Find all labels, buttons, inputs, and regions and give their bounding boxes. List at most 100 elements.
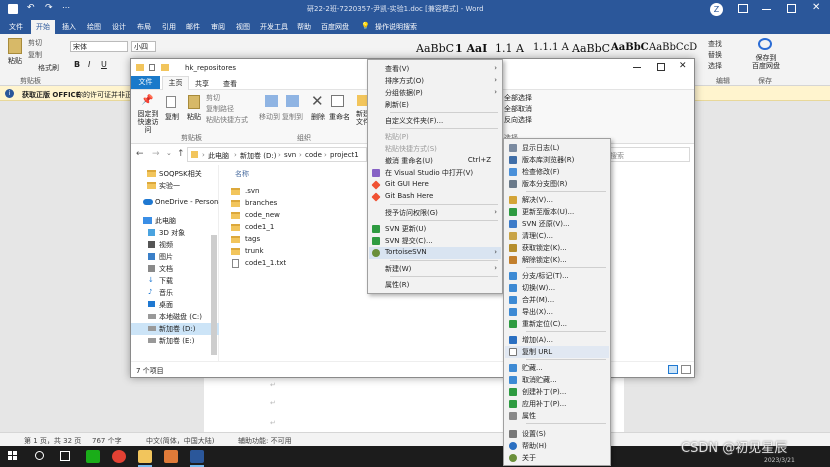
svn-update-revision[interactable]: 更新至版本(U)... bbox=[505, 206, 609, 218]
style-subtitle[interactable]: AaBbC bbox=[611, 42, 649, 53]
properties-icon[interactable] bbox=[149, 64, 155, 71]
navigation-pane[interactable]: SOQPSK相关 实验一 OneDrive - Personal 此电脑 3D … bbox=[131, 165, 225, 361]
back-icon[interactable]: ← bbox=[136, 149, 144, 159]
menu-item-properties[interactable]: 属性(R) bbox=[369, 279, 501, 291]
bold-button[interactable]: B bbox=[74, 60, 80, 69]
tab-help[interactable]: 帮助 bbox=[297, 22, 311, 32]
baidu-cloud-icon[interactable] bbox=[758, 38, 772, 50]
svn-revision-graph[interactable]: 版本分支图(R) bbox=[505, 178, 609, 190]
status-language[interactable]: 中文(简体，中国大陆) bbox=[146, 436, 214, 446]
explorer-close-icon[interactable]: ✕ bbox=[679, 61, 687, 71]
paste-shortcut-button[interactable]: 粘贴快捷方式 bbox=[206, 115, 248, 125]
menu-item-group[interactable]: 分组依据(P) › bbox=[369, 87, 501, 99]
tab-file[interactable]: 文件 bbox=[9, 22, 23, 32]
forward-icon[interactable]: → bbox=[152, 149, 160, 159]
undo-icon[interactable]: ↶ bbox=[27, 3, 35, 13]
clock-date[interactable]: 2023/3/21 bbox=[764, 457, 795, 464]
explorer-tab-home[interactable]: 主页 bbox=[162, 76, 189, 90]
status-words[interactable]: 767 个字 bbox=[92, 436, 122, 446]
svn-get-lock[interactable]: 获取锁定(K)... bbox=[505, 242, 609, 254]
tab-layout[interactable]: 布局 bbox=[137, 22, 151, 32]
copy-icon[interactable] bbox=[166, 96, 176, 108]
status-page[interactable]: 第 1 页，共 32 页 bbox=[24, 436, 81, 446]
svn-check-modifications[interactable]: 检查修改(F) bbox=[505, 166, 609, 178]
nav-item[interactable]: ♪ 音乐 bbox=[131, 287, 219, 299]
menu-item-tortoisesvn[interactable]: TortoiseSVN › bbox=[369, 247, 501, 259]
nav-item[interactable]: ↓ 下载 bbox=[131, 275, 219, 287]
svn-merge[interactable]: 合并(M)... bbox=[505, 294, 609, 306]
column-header-name[interactable]: 名称 bbox=[235, 169, 249, 179]
style-normal[interactable]: AaBbC bbox=[416, 42, 454, 55]
save-icon[interactable] bbox=[8, 4, 18, 14]
cut-button[interactable]: 剪切 bbox=[28, 38, 42, 48]
nav-scrollbar[interactable] bbox=[211, 235, 217, 355]
svn-apply-patch[interactable]: 应用补丁(P)... bbox=[505, 398, 609, 410]
search-icon[interactable] bbox=[35, 451, 44, 460]
style-emphasis[interactable]: AaBbCcD bbox=[649, 42, 697, 53]
quick-access-more-icon[interactable]: ⋯ bbox=[62, 3, 70, 12]
large-icons-view-icon[interactable] bbox=[681, 365, 691, 374]
explorer-tab-view[interactable]: 查看 bbox=[223, 79, 237, 89]
status-accessibility[interactable]: 辅助功能: 不可用 bbox=[238, 436, 292, 446]
maximize-icon[interactable] bbox=[787, 4, 796, 13]
svn-unshelve[interactable]: 取消贮藏... bbox=[505, 374, 609, 386]
menu-item-git-bash[interactable]: Git Bash Here bbox=[369, 191, 501, 203]
find-button[interactable]: 查找 bbox=[708, 39, 722, 49]
nav-item[interactable]: 文档 bbox=[131, 263, 219, 275]
menu-item-paste[interactable]: 粘贴(P) bbox=[369, 131, 501, 143]
breadcrumb-pc[interactable]: 此电脑 bbox=[208, 151, 229, 161]
recent-locations-icon[interactable]: ⌄ bbox=[166, 149, 172, 157]
svn-create-patch[interactable]: 创建补丁(P)... bbox=[505, 386, 609, 398]
pin-quick-access-button[interactable]: 固定到 快速访问 bbox=[135, 110, 161, 134]
select-all-button[interactable]: 全部选择 bbox=[504, 93, 532, 103]
new-folder-icon[interactable] bbox=[161, 64, 169, 71]
move-to-button[interactable]: 移动到 bbox=[259, 112, 280, 122]
minimize-icon[interactable] bbox=[762, 9, 771, 10]
svn-revert[interactable]: SVN 还原(V)... bbox=[505, 218, 609, 230]
paste-icon[interactable] bbox=[8, 38, 22, 54]
nav-item[interactable]: 本地磁盘 (C:) bbox=[131, 311, 219, 323]
move-to-icon[interactable] bbox=[265, 95, 278, 107]
explorer-paste-icon[interactable] bbox=[188, 95, 200, 109]
nav-item[interactable]: 新加卷 (E:) bbox=[131, 335, 219, 347]
svn-cleanup[interactable]: 清理(C)... bbox=[505, 230, 609, 242]
menu-item-paste-shortcut[interactable]: 粘贴快捷方式(S) bbox=[369, 143, 501, 155]
matlab-icon[interactable] bbox=[164, 450, 178, 463]
tab-insert[interactable]: 插入 bbox=[62, 22, 76, 32]
tab-baidu[interactable]: 百度网盘 bbox=[321, 22, 349, 32]
menu-item-refresh[interactable]: 刷新(E) bbox=[369, 99, 501, 111]
svn-relocate[interactable]: 重新定位(C)... bbox=[505, 318, 609, 330]
nav-item[interactable]: 新加卷 (D:) bbox=[131, 323, 219, 335]
style-title[interactable]: AaBbC bbox=[572, 42, 610, 55]
explorer-tab-share[interactable]: 共享 bbox=[195, 79, 209, 89]
file-explorer-icon[interactable] bbox=[138, 450, 152, 463]
details-view-icon[interactable] bbox=[668, 365, 678, 374]
menu-item-git-gui[interactable]: Git GUI Here bbox=[369, 179, 501, 191]
svn-about[interactable]: 关于 bbox=[505, 452, 609, 464]
nav-item[interactable]: 视频 bbox=[131, 239, 219, 251]
paste-label[interactable]: 粘贴 bbox=[8, 56, 22, 66]
tab-references[interactable]: 引用 bbox=[162, 22, 176, 32]
windows-start-icon[interactable] bbox=[8, 451, 18, 461]
copy-to-icon[interactable] bbox=[286, 95, 299, 107]
svn-export[interactable]: 导出(X)... bbox=[505, 306, 609, 318]
explorer-maximize-icon[interactable] bbox=[657, 63, 665, 71]
save-to-baidu-button[interactable]: 保存到 百度网盘 bbox=[751, 54, 781, 70]
menu-item-new[interactable]: 新建(W) › bbox=[369, 263, 501, 275]
word-icon[interactable] bbox=[190, 450, 204, 463]
select-button[interactable]: 选择 bbox=[708, 61, 722, 71]
explorer-minimize-icon[interactable] bbox=[633, 67, 641, 68]
tab-design[interactable]: 设计 bbox=[112, 22, 126, 32]
breadcrumb-svn[interactable]: svn bbox=[284, 151, 296, 159]
style-heading1[interactable]: 1 AaI bbox=[455, 42, 487, 55]
pin-icon[interactable]: 📌 bbox=[141, 95, 153, 107]
svn-switch[interactable]: 切换(W)... bbox=[505, 282, 609, 294]
user-avatar[interactable]: Z bbox=[710, 3, 723, 16]
svn-release-lock[interactable]: 解除锁定(K)... bbox=[505, 254, 609, 266]
italic-button[interactable]: I bbox=[88, 60, 90, 69]
style-heading2[interactable]: 1.1 A bbox=[495, 42, 524, 55]
style-heading3[interactable]: 1.1.1 A bbox=[533, 42, 569, 53]
breadcrumb-drive[interactable]: 新加卷 (D:) bbox=[240, 151, 276, 161]
svn-repo-browser[interactable]: 版本库浏览器(R) bbox=[505, 154, 609, 166]
menu-item-svn-commit[interactable]: SVN 提交(C)... bbox=[369, 235, 501, 247]
